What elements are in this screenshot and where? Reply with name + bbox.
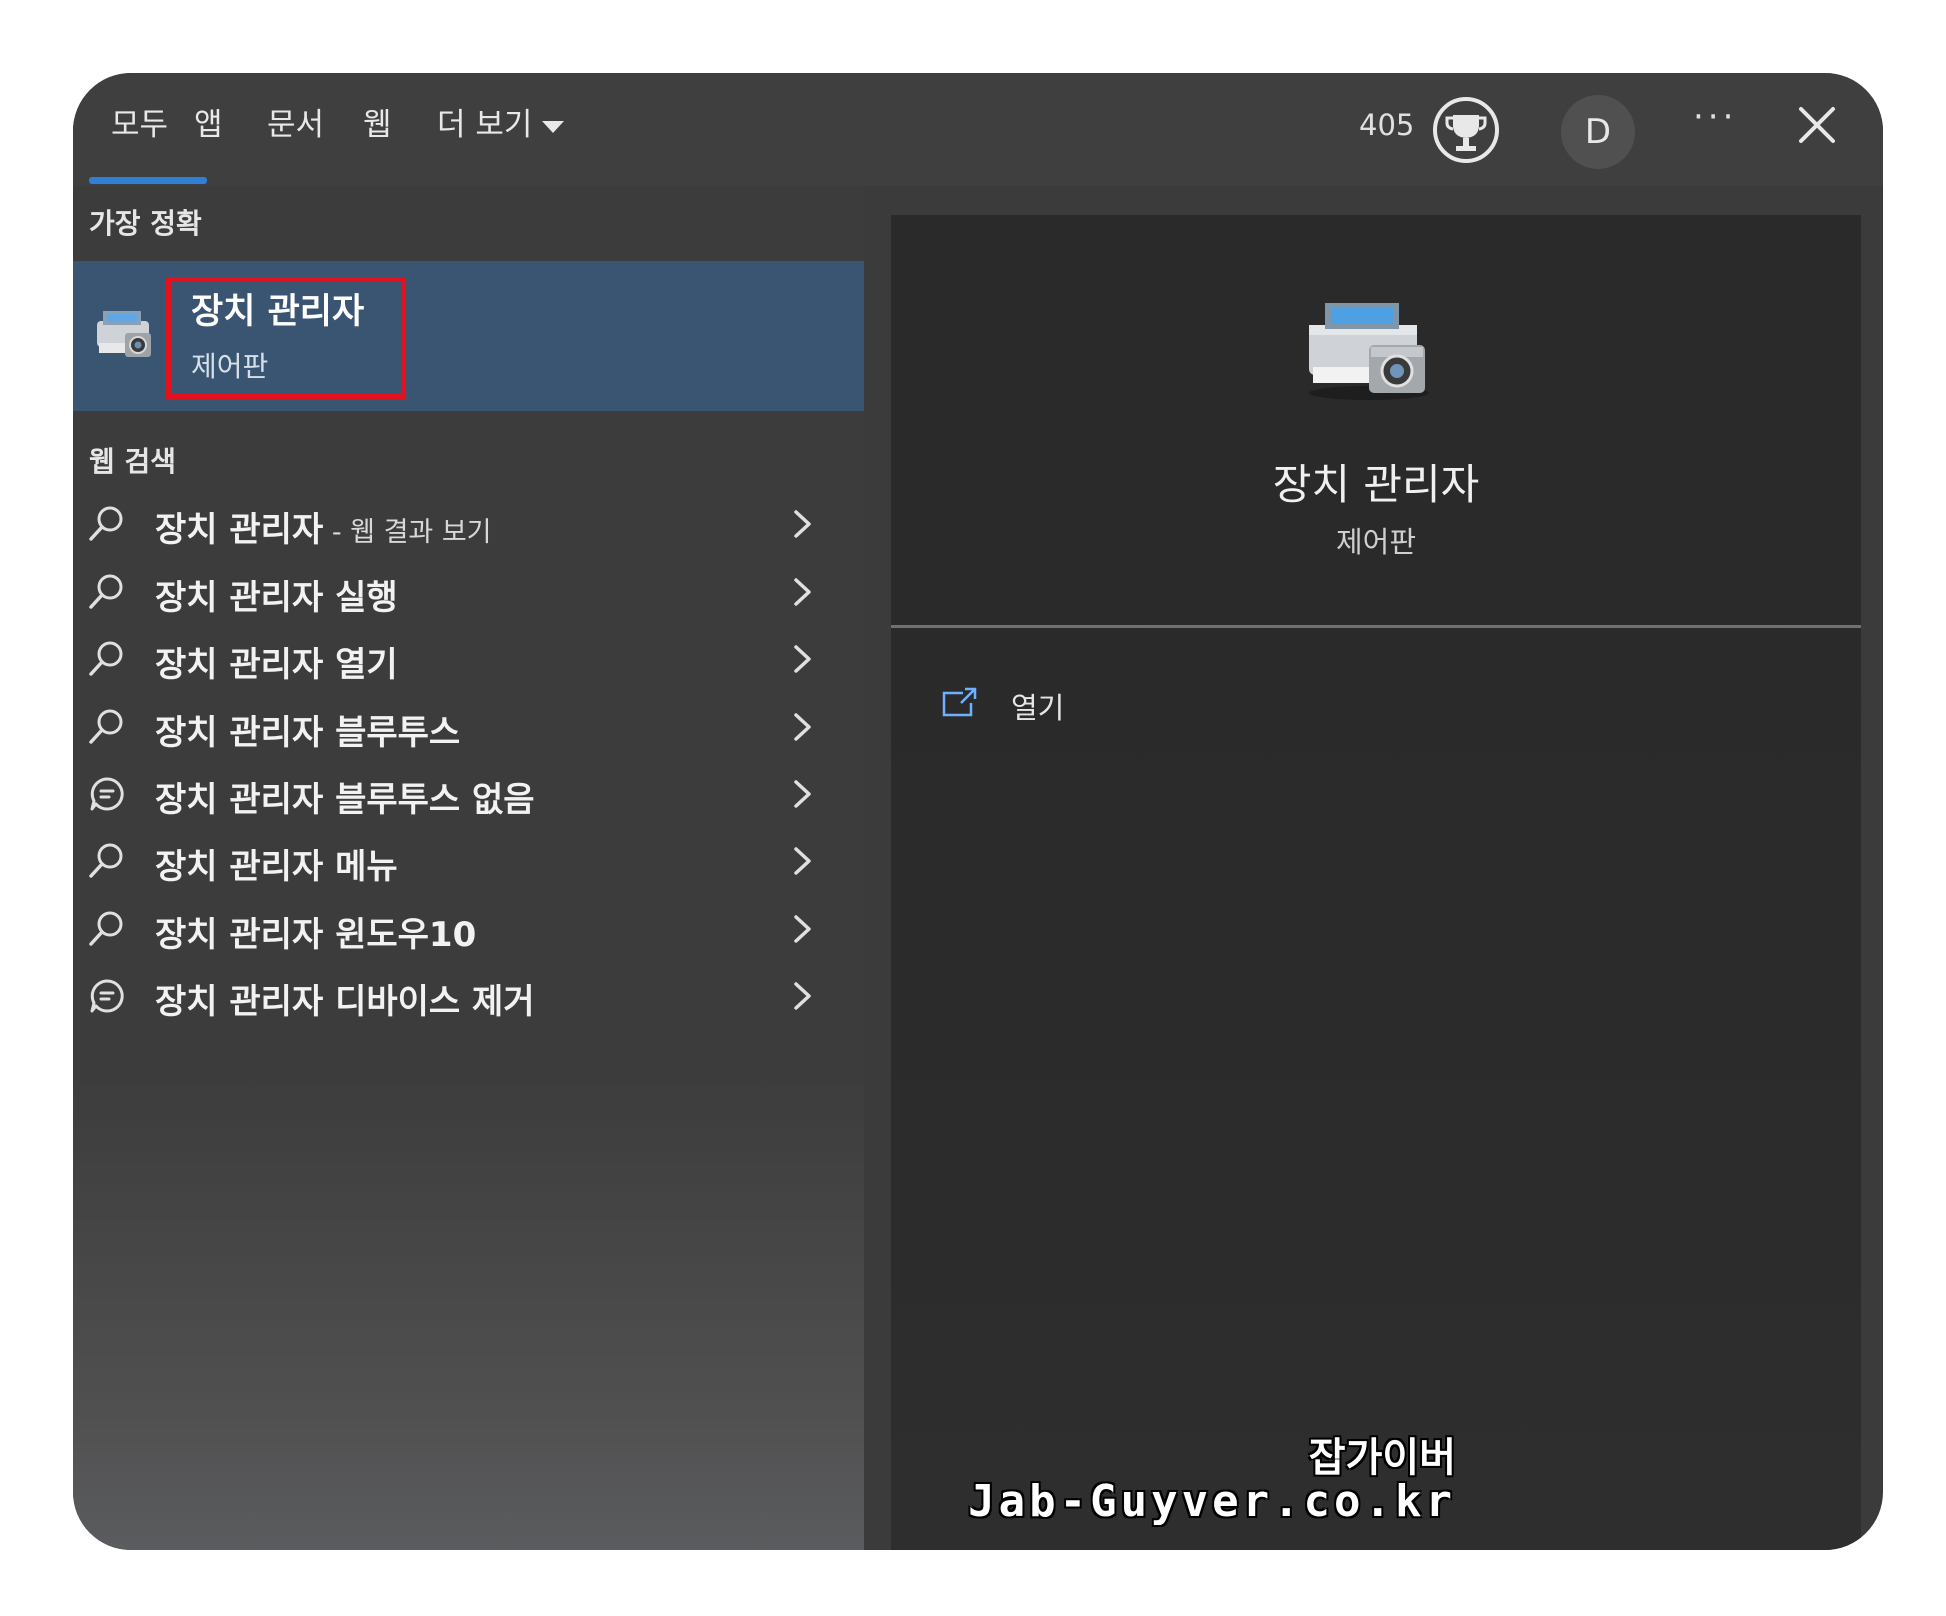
chevron-right-icon bbox=[794, 982, 811, 1010]
tab-web[interactable]: 웹 bbox=[363, 103, 392, 147]
rewards-points: 405 bbox=[1359, 108, 1415, 142]
tab-documents[interactable]: 문서 bbox=[267, 103, 324, 147]
result-text: 장치 관리자 실행 bbox=[155, 578, 398, 618]
web-search-heading: 웹 검색 bbox=[89, 445, 177, 478]
result-text: 장치 관리자 열기 bbox=[155, 645, 398, 685]
device-manager-icon bbox=[1309, 303, 1429, 400]
list-item[interactable]: 장치 관리자 블루투스 없음 bbox=[73, 758, 864, 828]
active-tab-indicator bbox=[89, 177, 207, 184]
trophy-icon[interactable] bbox=[1431, 95, 1501, 165]
result-text: 장치 관리자 디바이스 제거 bbox=[155, 982, 535, 1022]
best-match-heading: 가장 정확 bbox=[89, 207, 202, 240]
result-suffix: - 웹 결과 보기 bbox=[323, 517, 492, 548]
chat-icon bbox=[90, 777, 124, 811]
search-icon bbox=[89, 911, 123, 946]
chevron-right-icon bbox=[794, 713, 811, 741]
tab-more-label: 더 보기 bbox=[437, 107, 533, 143]
chevron-right-icon bbox=[794, 780, 811, 808]
list-item[interactable]: 장치 관리자 윈도우10 bbox=[73, 893, 864, 963]
list-item[interactable]: 장치 관리자 열기 bbox=[73, 623, 864, 693]
more-options-icon[interactable]: ··· bbox=[1693, 97, 1737, 137]
chevron-right-icon bbox=[794, 510, 811, 538]
preview-panel: 장치 관리자 제어판 열기 bbox=[891, 215, 1861, 1550]
open-label: 열기 bbox=[1011, 691, 1065, 725]
search-icon bbox=[89, 506, 123, 541]
search-icon bbox=[89, 843, 123, 878]
search-icon bbox=[89, 574, 123, 609]
results-panel: 가장 정확 장치 관리자 제어판 웹 검색 장치 관리자 - 웹 결과 보기 장… bbox=[73, 186, 864, 1550]
search-window: 모두 앱 문서 웹 더 보기 405 D ··· 가장 정확 장치 관리자 제어… bbox=[73, 73, 1883, 1550]
tab-more[interactable]: 더 보기 bbox=[437, 103, 565, 147]
result-text: 장치 관리자 bbox=[155, 510, 324, 550]
chat-icon bbox=[90, 979, 124, 1013]
list-item[interactable]: 장치 관리자 - 웹 결과 보기 bbox=[73, 488, 864, 558]
chevron-right-icon bbox=[794, 645, 811, 673]
avatar[interactable]: D bbox=[1561, 95, 1635, 169]
tab-apps[interactable]: 앱 bbox=[194, 103, 223, 147]
result-text: 장치 관리자 블루투스 없음 bbox=[155, 780, 535, 820]
list-item[interactable]: 장치 관리자 실행 bbox=[73, 556, 864, 626]
open-external-icon bbox=[942, 687, 977, 717]
chevron-right-icon bbox=[794, 847, 811, 875]
best-match-item[interactable]: 장치 관리자 제어판 bbox=[73, 261, 864, 411]
device-manager-icon bbox=[97, 311, 151, 357]
chevron-right-icon bbox=[794, 578, 811, 606]
search-icon bbox=[89, 709, 123, 744]
close-icon[interactable] bbox=[1795, 103, 1839, 147]
tab-all[interactable]: 모두 bbox=[111, 103, 168, 147]
top-bar: 모두 앱 문서 웹 더 보기 405 D ··· bbox=[73, 73, 1883, 186]
best-match-title: 장치 관리자 bbox=[191, 292, 365, 332]
preview-title: 장치 관리자 bbox=[1272, 460, 1480, 509]
divider bbox=[891, 625, 1861, 628]
list-item[interactable]: 장치 관리자 블루투스 bbox=[73, 691, 864, 761]
chevron-right-icon bbox=[794, 915, 811, 943]
list-item[interactable]: 장치 관리자 디바이스 제거 bbox=[73, 960, 864, 1030]
preview-subtitle: 제어판 bbox=[1335, 525, 1417, 559]
list-item[interactable]: 장치 관리자 메뉴 bbox=[73, 825, 864, 895]
result-text: 장치 관리자 윈도우10 bbox=[155, 915, 477, 955]
result-text: 장치 관리자 블루투스 bbox=[155, 713, 461, 753]
result-text: 장치 관리자 메뉴 bbox=[155, 847, 398, 887]
caret-down-icon bbox=[542, 120, 565, 133]
search-icon bbox=[89, 641, 123, 676]
best-match-subtitle: 제어판 bbox=[191, 350, 269, 383]
